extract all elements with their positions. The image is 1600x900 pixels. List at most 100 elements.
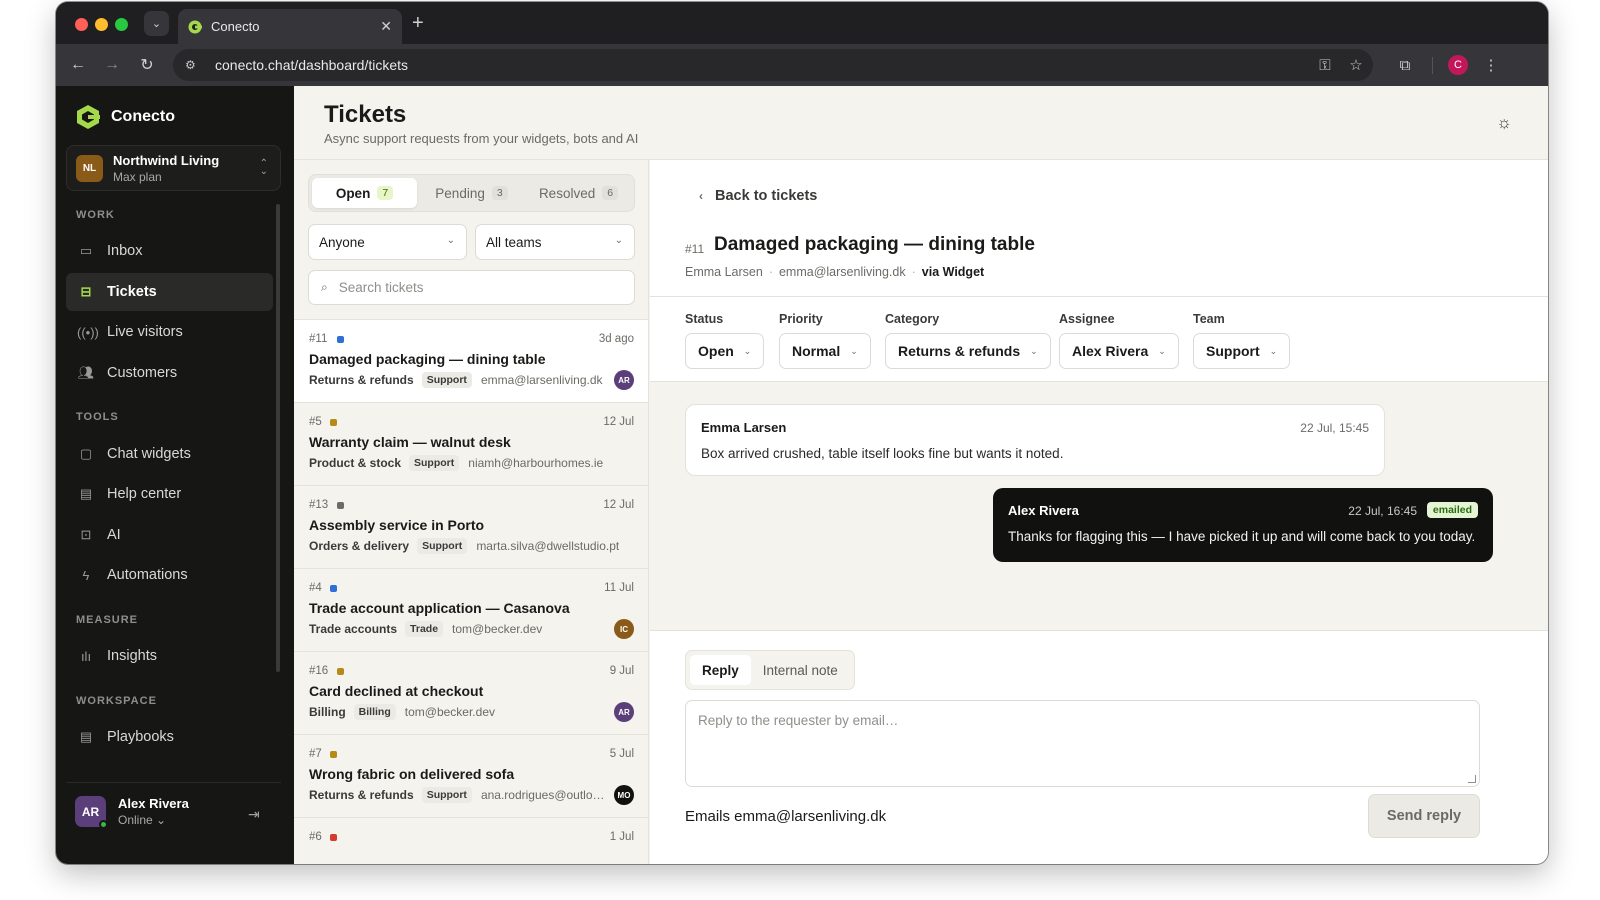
tab-resolved[interactable]: Resolved 6 [526, 178, 631, 208]
user-menu[interactable]: AR Alex Rivera Online ⌄ [75, 796, 189, 829]
book-icon: ▤ [79, 729, 93, 744]
avatar: AR [75, 796, 108, 829]
recipient-note: Emails emma@larsenliving.dk [685, 808, 887, 825]
profile-avatar[interactable]: C [1448, 55, 1468, 75]
window-close-button[interactable] [75, 18, 88, 31]
team-filter-select[interactable]: All teams ⌄ [475, 224, 635, 260]
tab-count-badge: 3 [491, 186, 508, 200]
select-value: Open [698, 343, 734, 359]
select-value: Support [1206, 343, 1260, 359]
ticket-title: Trade account application — Casanova [309, 600, 570, 616]
sidebar-item-ai[interactable]: ⊡ AI [66, 516, 273, 554]
window-maximize-button[interactable] [115, 18, 128, 31]
ticket-row[interactable]: #6 1 Jul [294, 818, 648, 864]
tab-open[interactable]: Open 7 [312, 178, 417, 208]
ticket-title: Assembly service in Porto [309, 517, 485, 533]
brand[interactable]: Conecto [75, 104, 175, 130]
back-arrow-icon[interactable]: ← [66, 53, 90, 77]
ticket-list-pane: Open 7 Pending 3 Resolved 6 Anyone ⌄ All… [294, 160, 649, 864]
sidebar-item-label: Automations [107, 567, 188, 583]
forward-arrow-icon[interactable]: → [100, 53, 124, 77]
address-bar[interactable]: ⚙ conecto.chat/dashboard/tickets [173, 49, 1373, 81]
broadcast-icon: ((•)) [77, 324, 99, 340]
tab-close-icon[interactable]: ✕ [380, 18, 392, 35]
field-label: Category [885, 312, 940, 326]
ticket-row[interactable]: #13 12 Jul Assembly service in Porto Ord… [294, 486, 648, 569]
reply-textarea[interactable]: Reply to the requester by email… [685, 700, 1480, 787]
browser-menu-icon[interactable]: ⋮ [1481, 55, 1501, 75]
ticket-row[interactable]: #5 12 Jul Warranty claim — walnut desk P… [294, 403, 648, 486]
ticket-title: Damaged packaging — dining table [309, 351, 546, 367]
document-icon: ▤ [79, 486, 93, 501]
logout-icon[interactable]: ⇥ [248, 806, 260, 823]
password-key-icon[interactable]: ⚿ [1315, 55, 1335, 75]
status-select[interactable]: Open ⌄ [685, 333, 765, 369]
select-value: Returns & refunds [898, 343, 1021, 359]
search-input[interactable]: ⌕ Search tickets [308, 270, 635, 305]
ticket-title: Damaged packaging — dining table [714, 234, 1035, 255]
avatar-initials: AR [81, 804, 100, 819]
ticket-row[interactable]: #4 11 Jul Trade account application — Ca… [294, 569, 648, 652]
tab-internal-note[interactable]: Internal note [751, 655, 850, 685]
reply-mode-tabs: Reply Internal note [685, 650, 855, 690]
team-select[interactable]: Support ⌄ [1193, 333, 1291, 369]
message-body: Box arrived crushed, table itself looks … [701, 446, 1064, 461]
sidebar-item-playbooks[interactable]: ▤ Playbooks [66, 718, 273, 756]
requester-name: Emma Larsen [685, 265, 763, 279]
sidebar-item-insights[interactable]: ılı Insights [66, 637, 273, 675]
sidebar-item-chat-widgets[interactable]: ▢ Chat widgets [66, 435, 273, 473]
divider [650, 296, 1548, 297]
sidebar-item-inbox[interactable]: ▭ Inbox [66, 232, 273, 270]
window-minimize-button[interactable] [95, 18, 108, 31]
ticket-number: #11 [685, 242, 705, 256]
bookmark-star-icon[interactable]: ☆ [1346, 55, 1366, 75]
send-reply-button[interactable]: Send reply [1368, 794, 1480, 838]
tab-search-button[interactable]: ⌄ [144, 11, 169, 36]
sidebar-item-help-center[interactable]: ▤ Help center [66, 475, 273, 513]
user-status[interactable]: Online ⌄ [118, 813, 189, 827]
tab-count-badge: 6 [602, 186, 619, 200]
chevron-down-icon: ⌄ [151, 18, 162, 30]
ticket-email: ana.rodrigues@outlook.com [480, 788, 609, 802]
tab-reply[interactable]: Reply [690, 655, 751, 685]
ticket-number: #5 [309, 416, 322, 428]
back-to-tickets-link[interactable]: ‹ Back to tickets [699, 188, 817, 204]
ticket-meta: Emma Larsen · emma@larsenliving.dk · via… [685, 265, 985, 279]
site-settings-icon[interactable]: ⚙ [185, 58, 207, 72]
ticket-row[interactable]: #11 3d ago Damaged packaging — dining ta… [294, 320, 648, 403]
sidebar-scrollbar[interactable] [276, 204, 280, 672]
sun-icon[interactable]: ☼ [1496, 113, 1512, 133]
assignee-select[interactable]: Alex Rivera ⌄ [1059, 333, 1179, 369]
sidebar-item-tickets[interactable]: ⊟ Tickets [66, 273, 273, 311]
message-body: Thanks for flagging this — I have picked… [1008, 529, 1476, 544]
team-badge: Support [409, 455, 460, 471]
sidebar-item-automations[interactable]: ϟ Automations [66, 556, 273, 594]
ticket-time: 12 Jul [603, 416, 634, 428]
browser-window: ⌄ Conecto ✕ + ← → ↻ ⚙ conecto.chat/dashb… [56, 2, 1548, 864]
select-value: All teams [486, 234, 542, 250]
ticket-row[interactable]: #16 9 Jul Card declined at checkout Bill… [294, 652, 648, 735]
extensions-icon[interactable]: ⧉ [1395, 55, 1415, 75]
tab-pending[interactable]: Pending 3 [419, 178, 524, 208]
assignee-filter-select[interactable]: Anyone ⌄ [308, 224, 467, 260]
message-time: 22 Jul, 16:45 [1348, 504, 1417, 518]
priority-select[interactable]: Normal ⌄ [779, 333, 871, 369]
new-tab-button[interactable]: + [412, 13, 424, 33]
resize-handle[interactable] [1468, 775, 1476, 783]
chevron-down-icon: ⌄ [1030, 345, 1038, 356]
page-subtitle: Async support requests from your widgets… [324, 131, 639, 146]
browser-tab[interactable]: Conecto ✕ [178, 9, 402, 44]
priority-indicator [330, 419, 337, 426]
category-field: Category Returns & refunds ⌄ [885, 312, 1051, 369]
sidebar-item-live-visitors[interactable]: ((•)) Live visitors [66, 313, 273, 351]
emailed-badge: emailed [1426, 502, 1478, 518]
message-thread: Emma Larsen 22 Jul, 15:45 Box arrived cr… [650, 381, 1548, 631]
outgoing-message: Alex Rivera 22 Jul, 16:45 emailed Thanks… [993, 488, 1493, 562]
assignee-avatar: IC [614, 619, 634, 639]
reload-icon[interactable]: ↻ [135, 53, 159, 77]
org-switcher[interactable]: NL Northwind Living Max plan ⌃ ⌄ [66, 145, 281, 191]
ticket-email: niamh@harbourhomes.ie [468, 456, 604, 470]
category-select[interactable]: Returns & refunds ⌄ [885, 333, 1051, 369]
ticket-row[interactable]: #7 5 Jul Wrong fabric on delivered sofa … [294, 735, 648, 818]
sidebar-item-customers[interactable]: 👥︎ Customers [66, 354, 273, 392]
